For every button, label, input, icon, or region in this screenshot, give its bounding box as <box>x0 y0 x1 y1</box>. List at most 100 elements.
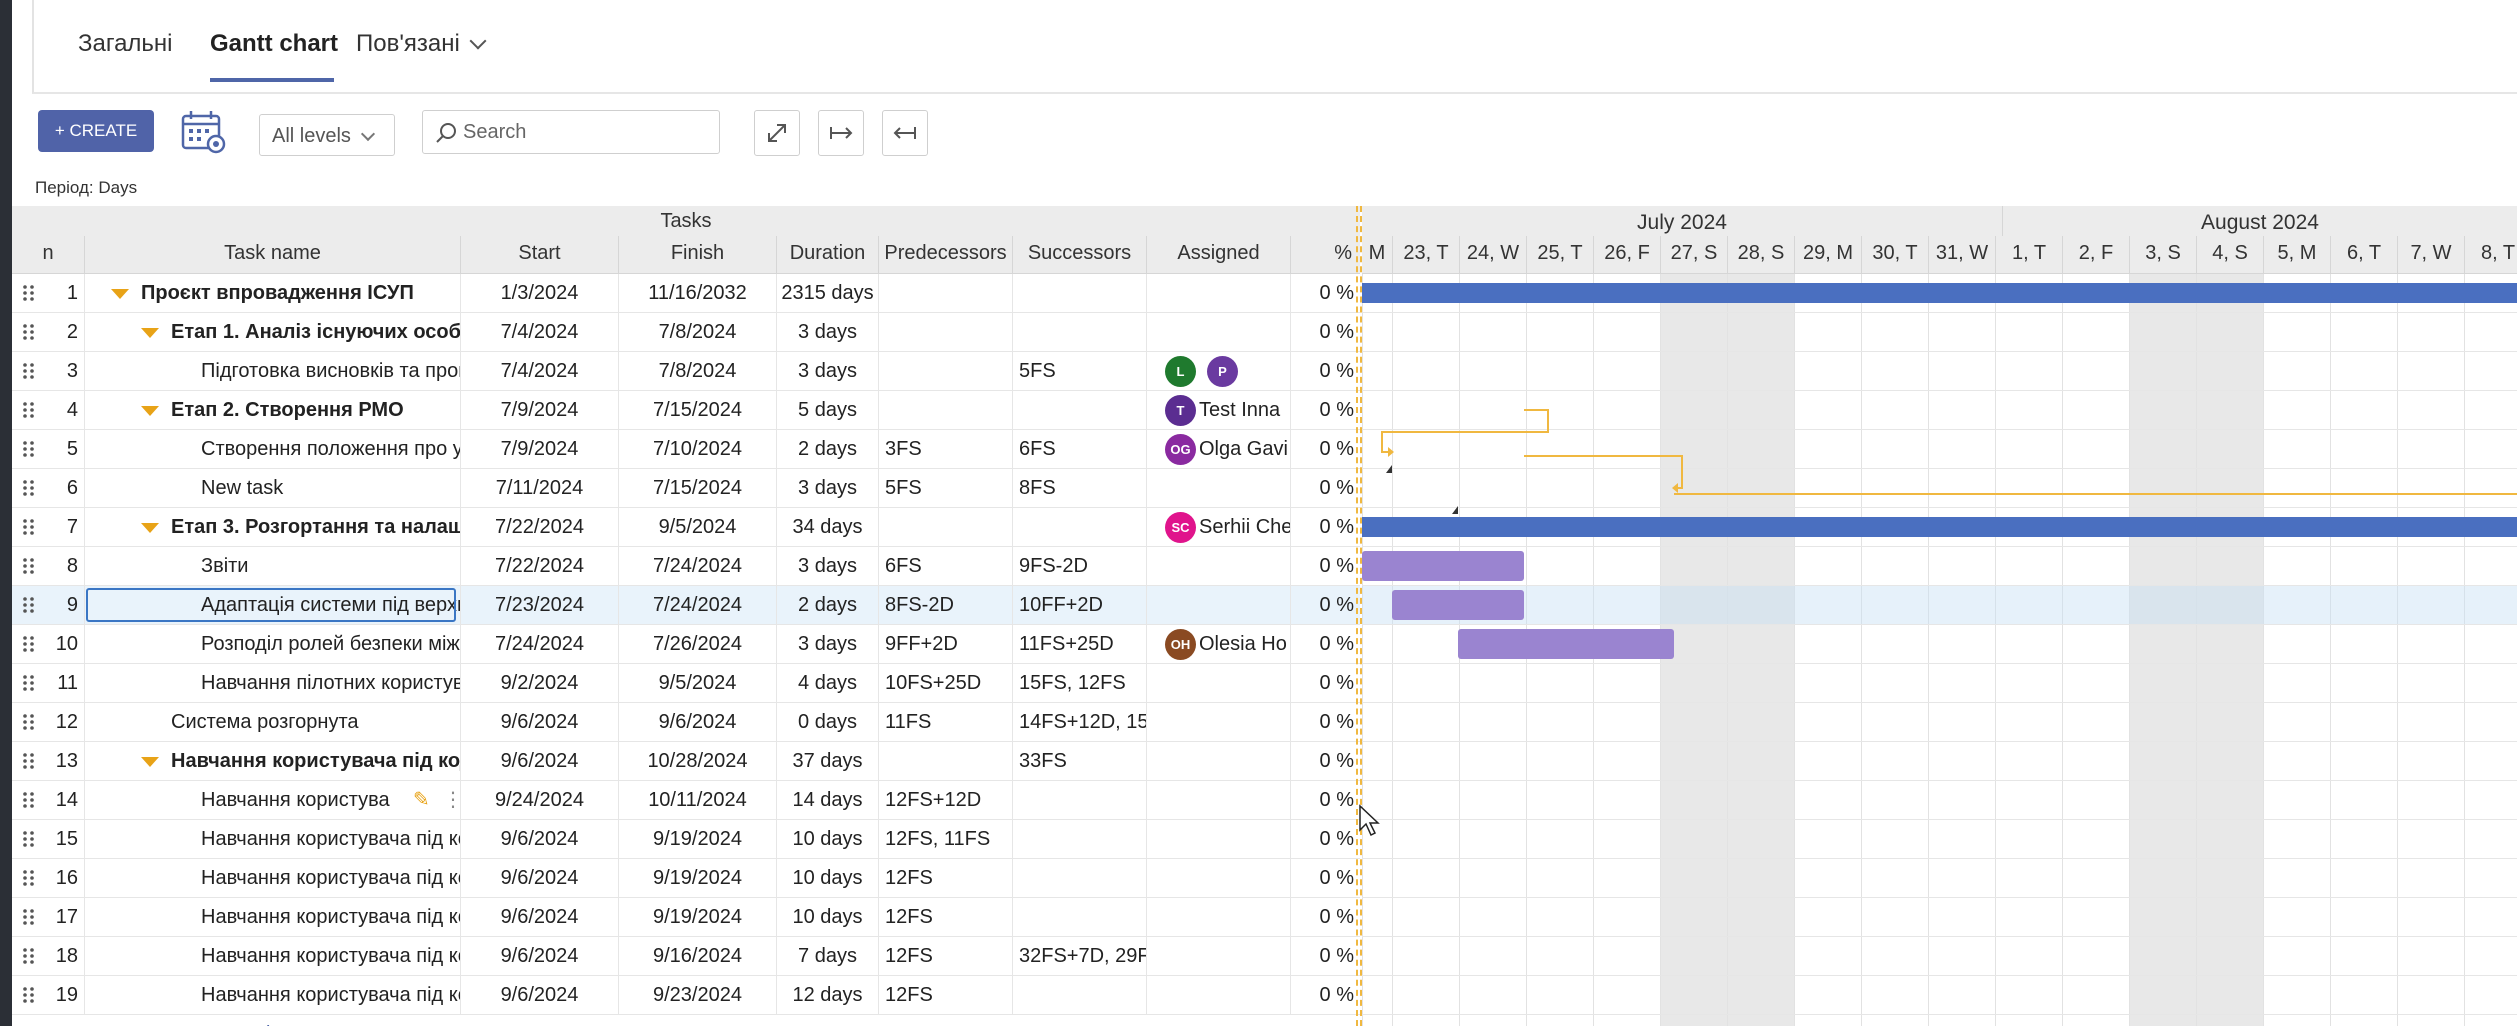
start-cell[interactable]: 9/6/2024 <box>460 703 618 741</box>
table-row[interactable]: 19 Навчання користувача під ко 9/6/2024 9/2… <box>12 976 1360 1015</box>
predecessors-cell[interactable]: 12FS <box>878 859 1012 897</box>
successors-cell[interactable]: 15FS, 12FS <box>1012 664 1146 702</box>
start-cell[interactable]: 9/6/2024 <box>460 742 618 780</box>
drag-handle-icon[interactable] <box>22 713 36 731</box>
successors-cell[interactable]: 8FS <box>1012 469 1146 507</box>
finish-cell[interactable]: 7/26/2024 <box>618 625 776 663</box>
percent-cell[interactable]: 0 % <box>1290 508 1360 546</box>
table-row[interactable]: 11 Навчання пілотних користува 9/2/2024 9/5… <box>12 664 1360 703</box>
duration-cell[interactable]: 0 days <box>776 703 878 741</box>
successors-cell[interactable]: 10FF+2D <box>1012 586 1146 624</box>
finish-cell[interactable]: 9/5/2024 <box>618 508 776 546</box>
percent-cell[interactable]: 0 % <box>1290 625 1360 663</box>
percent-cell[interactable]: 0 % <box>1290 586 1360 624</box>
edit-pencil-icon[interactable]: ✎ <box>413 781 430 819</box>
percent-cell[interactable]: 0 % <box>1290 898 1360 936</box>
column-header-predecessors[interactable]: Predecessors <box>878 236 1012 274</box>
successors-cell[interactable]: 5FS <box>1012 352 1146 390</box>
successors-cell[interactable]: 11FS+25D <box>1012 625 1146 663</box>
table-row[interactable]: 3 Підготовка висновків та проп 7/4/2024 7/8… <box>12 352 1360 391</box>
drag-handle-icon[interactable] <box>22 557 36 575</box>
assigned-cell[interactable] <box>1146 781 1290 819</box>
predecessors-cell[interactable]: 12FS <box>878 976 1012 1014</box>
successors-cell[interactable]: 9FS-2D <box>1012 547 1146 585</box>
avatar[interactable]: P <box>1207 356 1238 387</box>
column-header-successors[interactable]: Successors <box>1012 236 1146 274</box>
duration-cell[interactable]: 10 days <box>776 898 878 936</box>
successors-cell[interactable] <box>1012 313 1146 351</box>
duration-cell[interactable]: 3 days <box>776 469 878 507</box>
search-input[interactable] <box>463 119 713 145</box>
task-name-cell[interactable]: Навчання користувача під ко <box>84 859 460 897</box>
table-row[interactable]: 8 Звіти 7/22/2024 7/24/2024 3 days 6FS 9FS-2D 0… <box>12 547 1360 586</box>
predecessors-cell[interactable]: 11FS <box>878 703 1012 741</box>
finish-cell[interactable]: 9/6/2024 <box>618 703 776 741</box>
predecessors-cell[interactable] <box>878 508 1012 546</box>
task-name-cell[interactable]: Навчання користувача під код <box>84 742 460 780</box>
column-header-duration[interactable]: Duration <box>776 236 878 274</box>
predecessors-cell[interactable]: 12FS <box>878 937 1012 975</box>
successors-cell[interactable] <box>1012 781 1146 819</box>
finish-cell[interactable]: 7/10/2024 <box>618 430 776 468</box>
percent-cell[interactable]: 0 % <box>1290 820 1360 858</box>
duration-cell[interactable]: 2 days <box>776 586 878 624</box>
table-row[interactable]: 12 Система розгорнута 9/6/2024 9/6/2024 0 da… <box>12 703 1360 742</box>
start-cell[interactable]: 7/4/2024 <box>460 352 618 390</box>
finish-cell[interactable]: 7/8/2024 <box>618 352 776 390</box>
expand-button[interactable] <box>754 110 800 156</box>
start-cell[interactable]: 7/9/2024 <box>460 430 618 468</box>
drag-handle-icon[interactable] <box>22 401 36 419</box>
table-row[interactable]: 4 Етап 2. Створення РМО 7/9/2024 7/15/2024 5… <box>12 391 1360 430</box>
drag-handle-icon[interactable] <box>22 986 36 1004</box>
duration-cell[interactable]: 14 days <box>776 781 878 819</box>
start-cell[interactable]: 9/6/2024 <box>460 976 618 1014</box>
successors-cell[interactable] <box>1012 391 1146 429</box>
drag-handle-icon[interactable] <box>22 479 36 497</box>
scroll-left-button[interactable] <box>882 110 928 156</box>
duration-cell[interactable]: 10 days <box>776 859 878 897</box>
collapse-toggle-icon[interactable] <box>141 328 159 338</box>
assigned-cell[interactable]: LP <box>1146 352 1290 390</box>
drag-handle-icon[interactable] <box>22 791 36 809</box>
finish-cell[interactable]: 7/24/2024 <box>618 547 776 585</box>
column-header-start[interactable]: Start <box>460 236 618 274</box>
table-row[interactable]: 14 Навчання користува ✎ ⋮9/24/202410/11/202… <box>12 781 1360 820</box>
assigned-cell[interactable] <box>1146 820 1290 858</box>
assigned-cell[interactable] <box>1146 274 1290 312</box>
successors-cell[interactable]: 14FS+12D, 15F <box>1012 703 1146 741</box>
drag-handle-icon[interactable] <box>22 674 36 692</box>
collapse-toggle-icon[interactable] <box>141 523 159 533</box>
finish-cell[interactable]: 7/8/2024 <box>618 313 776 351</box>
avatar[interactable]: T <box>1165 395 1196 426</box>
duration-cell[interactable]: 5 days <box>776 391 878 429</box>
drag-handle-icon[interactable] <box>22 869 36 887</box>
assigned-cell[interactable] <box>1146 937 1290 975</box>
task-name-cell[interactable]: Навчання користувача під ко <box>84 937 460 975</box>
table-row[interactable]: 17 Навчання користувача під ко 9/6/2024 9/1… <box>12 898 1360 937</box>
percent-cell[interactable]: 0 % <box>1290 313 1360 351</box>
predecessors-cell[interactable]: 12FS, 11FS <box>878 820 1012 858</box>
assigned-cell[interactable]: OG Olga Gavi <box>1146 430 1290 468</box>
drag-handle-icon[interactable] <box>22 518 36 536</box>
successors-cell[interactable]: 32FS+7D, 29FS <box>1012 937 1146 975</box>
finish-cell[interactable]: 10/11/2024 <box>618 781 776 819</box>
task-name-cell[interactable]: Навчання користувача під ко <box>84 976 460 1014</box>
avatar[interactable]: OG <box>1165 434 1196 465</box>
predecessors-cell[interactable]: 9FF+2D <box>878 625 1012 663</box>
column-header-n[interactable]: n <box>12 236 84 274</box>
table-row[interactable]: 10 Розподіл ролей безпеки між 7/24/2024 7/2… <box>12 625 1360 664</box>
column-header-assigned[interactable]: Assigned <box>1146 236 1290 274</box>
drag-handle-icon[interactable] <box>22 635 36 653</box>
finish-cell[interactable]: 9/19/2024 <box>618 820 776 858</box>
start-cell[interactable]: 7/23/2024 <box>460 586 618 624</box>
drag-handle-icon[interactable] <box>22 323 36 341</box>
predecessors-cell[interactable]: 8FS-2D <box>878 586 1012 624</box>
assigned-cell[interactable] <box>1146 976 1290 1014</box>
successors-cell[interactable]: 33FS <box>1012 742 1146 780</box>
assigned-cell[interactable] <box>1146 547 1290 585</box>
duration-cell[interactable]: 2 days <box>776 430 878 468</box>
duration-cell[interactable]: 3 days <box>776 547 878 585</box>
finish-cell[interactable]: 9/5/2024 <box>618 664 776 702</box>
percent-cell[interactable]: 0 % <box>1290 352 1360 390</box>
levels-dropdown[interactable]: All levels <box>259 114 395 156</box>
